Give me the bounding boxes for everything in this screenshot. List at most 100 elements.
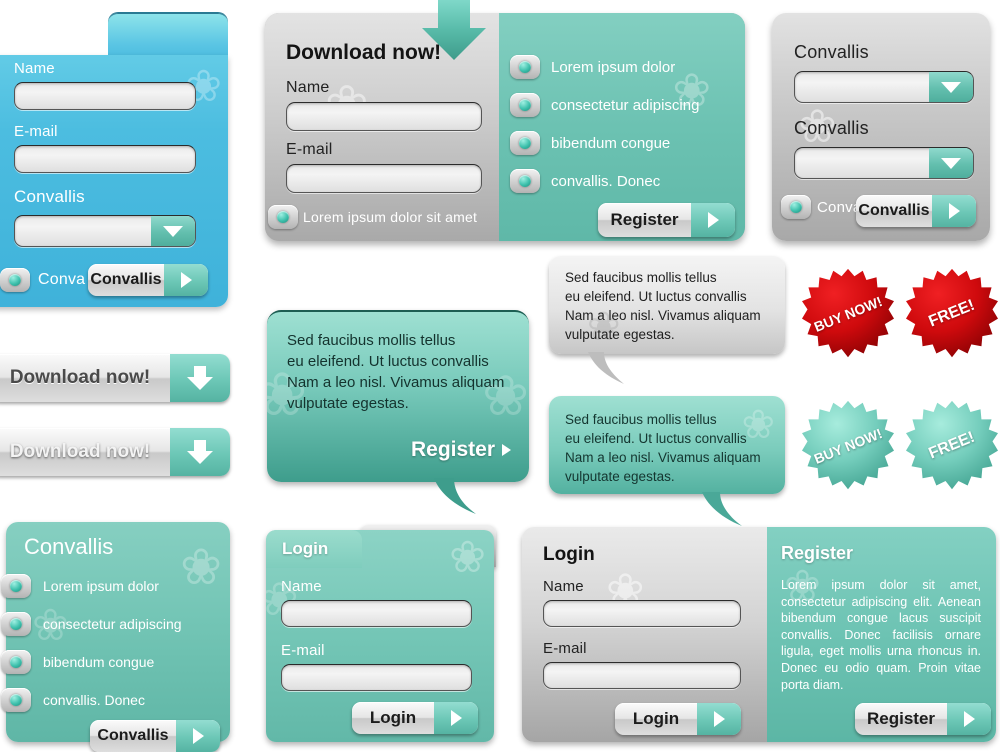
list-bullet-icon — [510, 93, 540, 117]
blue-submit-label: Convallis — [90, 271, 162, 288]
grey-bubble-line: Sed faucibus mollis tellus — [565, 270, 717, 285]
list-item-label: consectetur adipiscing — [551, 96, 700, 114]
list-bullet-icon — [1, 688, 31, 712]
teal-bubble-cta-label: Register — [410, 438, 495, 461]
download-now-label-light: Download now! — [9, 441, 151, 462]
list-item[interactable]: bibendum congue — [510, 124, 745, 162]
teal-bubble-line: Sed faucibus mollis tellus — [287, 332, 456, 349]
arrow-right-icon — [164, 264, 208, 296]
arrow-down-icon — [170, 428, 230, 476]
list-item[interactable]: Lorem ipsum dolor — [1, 567, 229, 605]
list-item-label: bibendum congue — [43, 654, 155, 670]
grey-select-two[interactable] — [794, 147, 974, 179]
split-name-input[interactable] — [543, 600, 741, 627]
grey-select-label-one: Convallis — [794, 42, 869, 62]
split-register-button[interactable]: Register — [855, 703, 991, 735]
tabbed-email-input[interactable] — [281, 664, 472, 691]
list-panel-submit-label: Convallis — [97, 727, 169, 744]
small-teal-bubble: ❀ Sed faucibus mollis tellus eu eleifend… — [549, 396, 785, 494]
split-register-label: Register — [866, 709, 936, 728]
small-teal-bubble-line: Nam a leo nisl. Vivamus aliquam — [565, 450, 761, 465]
download-consent-label: Lorem ipsum dolor sit amet — [303, 209, 478, 225]
list-item-label: convallis. Donec — [551, 172, 661, 190]
blue-consent-label: Conva — [38, 271, 86, 288]
blue-email-input[interactable] — [14, 145, 196, 173]
teal-bubble-tail — [434, 478, 476, 514]
download-now-button-dark[interactable]: Download now! — [0, 354, 230, 402]
download-email-input[interactable] — [286, 164, 482, 193]
teal-bubble-cta[interactable]: Register — [411, 438, 511, 462]
list-item-label: Lorem ipsum dolor — [551, 58, 676, 76]
list-bullet-icon — [510, 131, 540, 155]
arrow-right-icon — [947, 703, 991, 735]
badge-free-red[interactable]: FREE! — [906, 268, 998, 360]
split-login-title: Login — [543, 544, 595, 565]
grey-select-label-two: Convallis — [794, 118, 869, 138]
chevron-down-icon[interactable] — [929, 148, 973, 178]
small-teal-bubble-line: eu eleifend. Ut luctus convallis — [565, 431, 747, 446]
small-teal-bubble-line: vulputate egestas. — [565, 469, 675, 484]
split-login-register-panel: ❀ ❀ Login Name E-mail Login Register Lor… — [522, 527, 996, 742]
list-panel-submit-button[interactable]: Convallis — [90, 720, 220, 752]
chevron-down-icon[interactable] — [151, 216, 195, 246]
list-item-label: consectetur adipiscing — [43, 616, 182, 632]
list-panel-title: Convallis — [24, 534, 114, 559]
blue-submit-button[interactable]: Convallis — [88, 264, 208, 296]
blue-name-label: Name — [14, 60, 55, 77]
download-feature-list: Lorem ipsum dolor consectetur adipiscing… — [510, 48, 745, 200]
tabbed-login-panel: ❀ ❀ Login Name E-mail Login — [266, 530, 494, 742]
grey-bubble-line: vulputate egestas. — [565, 327, 675, 342]
arrow-right-icon — [691, 203, 735, 237]
tab-login[interactable]: Login — [266, 530, 362, 568]
teal-bubble-line: Nam a leo nisl. Vivamus aliquam — [287, 374, 505, 391]
grey-select-one[interactable] — [794, 71, 974, 103]
blue-consent-checkbox[interactable] — [0, 268, 30, 292]
download-name-label: Name — [286, 79, 330, 96]
small-teal-bubble-tail — [702, 492, 742, 526]
blue-convallis-select[interactable] — [14, 215, 196, 247]
tabbed-login-button[interactable]: Login — [352, 702, 478, 734]
list-bullet-icon — [1, 650, 31, 674]
blue-name-input[interactable] — [14, 82, 196, 110]
teal-bubble-line: eu eleifend. Ut luctus convallis — [287, 353, 489, 370]
grey-consent-checkbox[interactable] — [781, 195, 811, 219]
download-now-button-light[interactable]: Download now! — [0, 428, 230, 476]
download-name-input[interactable] — [286, 102, 482, 131]
table-row[interactable]: consectetur adipiscing — [510, 86, 745, 124]
list-item-label: convallis. Donec — [43, 692, 145, 708]
list-item[interactable]: bibendum congue — [1, 643, 229, 681]
list-item[interactable]: convallis. Donec — [1, 681, 229, 719]
download-consent-checkbox[interactable] — [268, 205, 298, 229]
download-register-label: Register — [610, 210, 679, 229]
tabbed-name-input[interactable] — [281, 600, 472, 627]
arrow-right-icon — [176, 720, 220, 752]
split-email-label: E-mail — [543, 640, 587, 657]
split-email-input[interactable] — [543, 662, 741, 689]
grey-bubble-tail — [588, 352, 624, 384]
grey-bubble: ❀ Sed faucibus mollis tellus eu eleifend… — [549, 256, 785, 354]
grey-bubble-body: Sed faucibus mollis tellus eu eleifend. … — [565, 268, 781, 344]
download-email-label: E-mail — [286, 141, 333, 158]
list-bullet-icon — [1, 574, 31, 598]
list-item[interactable]: consectetur adipiscing — [1, 605, 229, 643]
chevron-down-icon[interactable] — [929, 72, 973, 102]
split-register-title: Register — [781, 543, 854, 563]
ui-kit-canvas: ❀ Name E-mail Convallis Conva Convallis … — [0, 0, 1000, 752]
arrow-right-icon — [697, 703, 741, 735]
download-register-button[interactable]: Register — [598, 203, 735, 237]
grey-bubble-line: Nam a leo nisl. Vivamus aliquam — [565, 308, 761, 323]
badge-buy-now-teal[interactable]: BUY NOW! — [800, 400, 896, 492]
tabbed-name-label: Name — [281, 578, 322, 595]
list-bullet-icon — [510, 55, 540, 79]
arrow-right-icon — [434, 702, 478, 734]
teal-bubble: ❀ ❀ Sed faucibus mollis tellus eu eleife… — [267, 310, 529, 482]
grey-submit-button[interactable]: Convallis — [856, 195, 976, 227]
split-login-button[interactable]: Login — [615, 703, 741, 735]
tabbed-email-label: E-mail — [281, 642, 325, 659]
list-item[interactable]: Lorem ipsum dolor — [510, 48, 745, 86]
list-bullet-icon — [1, 612, 31, 636]
badge-buy-now-red[interactable]: BUY NOW! — [800, 268, 896, 360]
badge-free-teal[interactable]: FREE! — [906, 400, 998, 492]
list-item[interactable]: convallis. Donec — [510, 162, 745, 200]
grey-select-panel: ❀ Convallis Convallis Conva Convallis — [772, 13, 990, 241]
